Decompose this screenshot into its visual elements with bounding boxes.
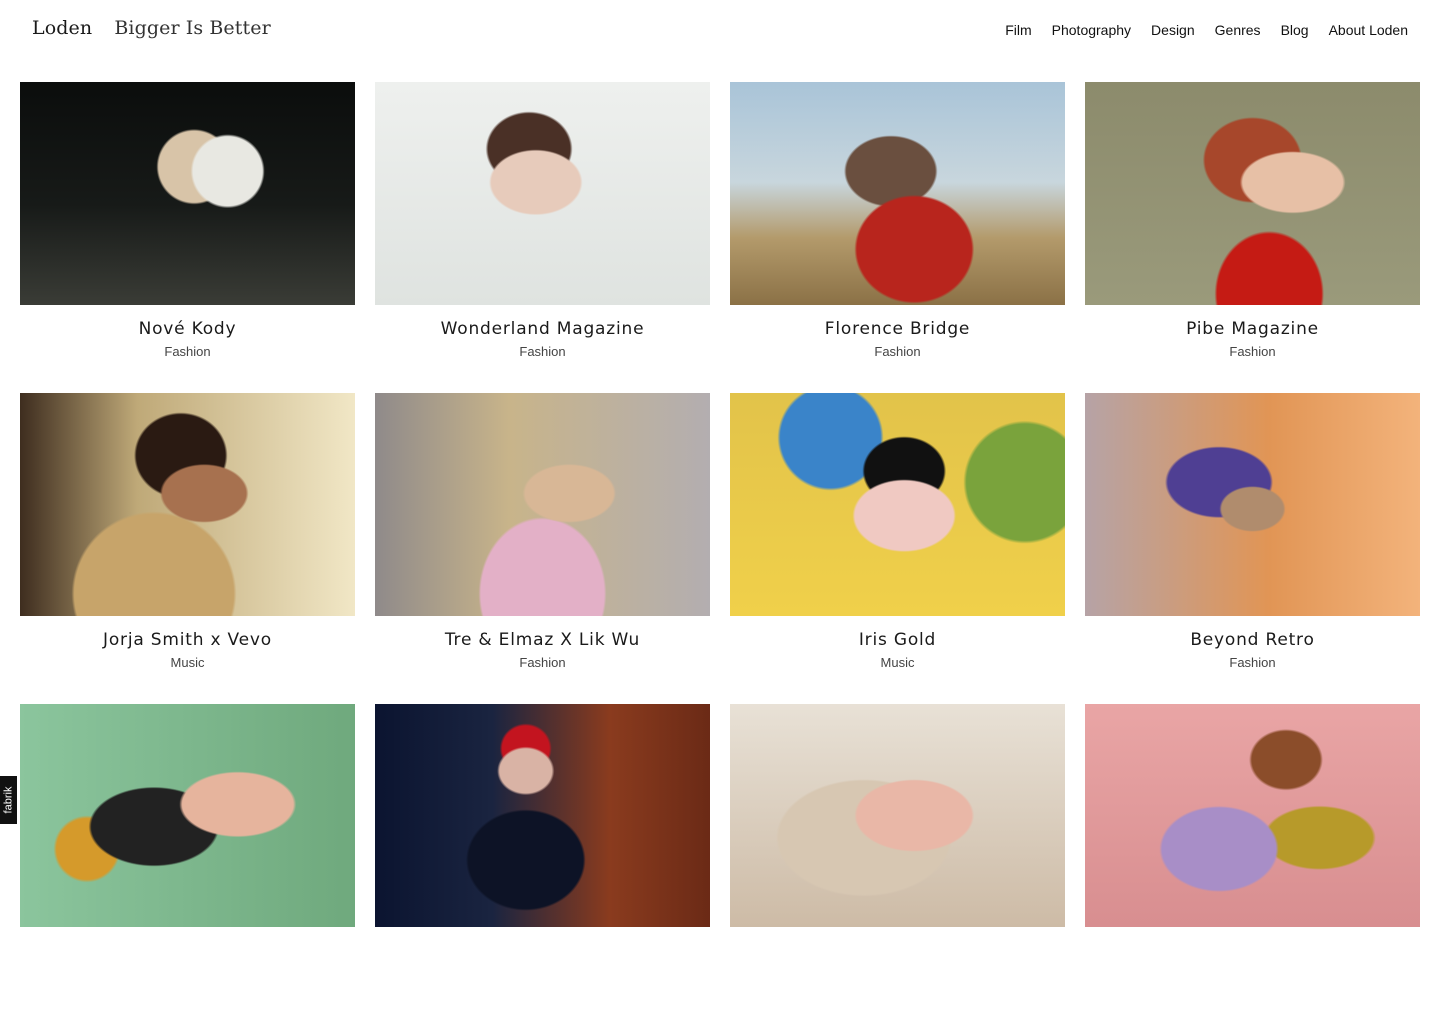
project-card[interactable]: Iris Gold Music [730, 393, 1065, 704]
project-genre: Fashion [519, 344, 566, 359]
project-card[interactable]: Nové Kody Fashion [20, 82, 355, 393]
brand-tagline: Bigger Is Better [114, 17, 271, 39]
project-card[interactable] [730, 704, 1065, 1015]
project-card[interactable]: Florence Bridge Fashion [730, 82, 1065, 393]
project-grid: Nové Kody Fashion Wonderland Magazine Fa… [20, 82, 1420, 1015]
project-card[interactable]: Tre & Elmaz X Lik Wu Fashion [375, 393, 710, 704]
project-card[interactable]: Wonderland Magazine Fashion [375, 82, 710, 393]
brand-name[interactable]: Loden [32, 17, 92, 39]
project-genre: Music [170, 655, 205, 670]
project-thumbnail[interactable] [730, 704, 1065, 927]
project-genre: Fashion [164, 344, 211, 359]
project-title[interactable]: Tre & Elmaz X Lik Wu [375, 630, 710, 650]
project-genre: Fashion [1229, 655, 1276, 670]
project-genre: Fashion [1229, 344, 1276, 359]
project-thumbnail[interactable] [20, 82, 355, 305]
project-thumbnail[interactable] [730, 82, 1065, 305]
nav-photography[interactable]: Photography [1052, 22, 1131, 38]
project-card[interactable]: Beyond Retro Fashion [1085, 393, 1420, 704]
project-card[interactable] [375, 704, 710, 1015]
project-thumbnail[interactable] [20, 704, 355, 927]
brand[interactable]: Loden Bigger Is Better [32, 17, 271, 39]
project-title[interactable]: Beyond Retro [1085, 630, 1420, 650]
project-title[interactable]: Jorja Smith x Vevo [20, 630, 355, 650]
site-header: Loden Bigger Is Better Film Photography … [0, 0, 1440, 62]
nav-design[interactable]: Design [1151, 22, 1195, 38]
main-nav: Film Photography Design Genres Blog Abou… [1005, 22, 1408, 38]
project-title[interactable]: Wonderland Magazine [375, 319, 710, 339]
project-thumbnail[interactable] [375, 393, 710, 616]
project-title[interactable]: Iris Gold [730, 630, 1065, 650]
project-thumbnail[interactable] [1085, 82, 1420, 305]
project-title[interactable]: Nové Kody [20, 319, 355, 339]
project-card[interactable] [1085, 704, 1420, 1015]
fabrik-badge-label: fabrik [2, 786, 15, 814]
nav-blog[interactable]: Blog [1281, 22, 1309, 38]
project-thumbnail[interactable] [1085, 704, 1420, 927]
project-card[interactable]: Pibe Magazine Fashion [1085, 82, 1420, 393]
project-thumbnail[interactable] [20, 393, 355, 616]
project-thumbnail[interactable] [730, 393, 1065, 616]
fabrik-badge[interactable]: fabrik [0, 776, 17, 824]
project-genre: Fashion [519, 655, 566, 670]
project-genre: Fashion [874, 344, 921, 359]
project-title[interactable]: Pibe Magazine [1085, 319, 1420, 339]
project-thumbnail[interactable] [1085, 393, 1420, 616]
nav-genres[interactable]: Genres [1215, 22, 1261, 38]
project-card[interactable]: Jorja Smith x Vevo Music [20, 393, 355, 704]
nav-film[interactable]: Film [1005, 22, 1031, 38]
project-thumbnail[interactable] [375, 82, 710, 305]
project-genre: Music [880, 655, 915, 670]
nav-about[interactable]: About Loden [1329, 22, 1408, 38]
project-title[interactable]: Florence Bridge [730, 319, 1065, 339]
project-thumbnail[interactable] [375, 704, 710, 927]
project-card[interactable] [20, 704, 355, 1015]
